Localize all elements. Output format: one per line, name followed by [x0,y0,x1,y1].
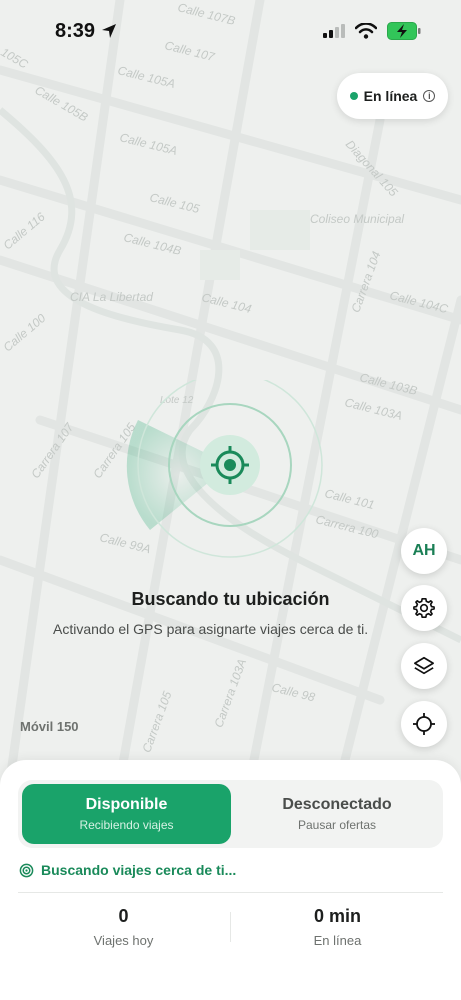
searching-text: Buscando viajes cerca de ti... [41,862,237,878]
radar-icon [19,863,34,877]
battery-charging-icon [387,22,421,40]
status-time: 8:39 [55,20,96,42]
layers-icon [414,656,434,675]
map-layers-button[interactable] [401,643,447,689]
stat-value: 0 min [313,906,361,926]
avatar-button[interactable]: AH [401,528,447,574]
stat-label: En línea [313,933,362,948]
avatar-initials: AH [412,542,436,559]
online-status-pill[interactable]: En línea i [337,73,448,119]
stat-trips-today: 0 Viajes hoy [16,906,231,948]
available-subtitle: Recibiendo viajes [79,818,174,832]
vehicle-label: Móvil 150 [20,719,79,734]
location-arrow-icon [102,24,116,38]
divider [18,892,443,893]
street-label: Coliseo Municipal [310,212,405,226]
online-status-label: En línea [363,88,418,104]
searching-status: Buscando viajes cerca de ti... [19,862,236,878]
gear-icon [413,598,435,618]
street-label: CIA La Libertad [70,290,153,304]
offline-title: Desconectado [282,796,392,813]
online-status-dot [349,92,358,100]
cellular-signal-icon [323,24,345,38]
stat-online-time: 0 min En línea [230,906,445,948]
offline-subtitle: Pausar ofertas [297,818,377,832]
offline-option[interactable]: Desconectado Pausar ofertas [235,784,439,844]
availability-toggle: Disponible Recibiendo viajes Desconectad… [18,780,443,848]
bottom-sheet: Disponible Recibiendo viajes Desconectad… [0,760,461,1000]
info-icon[interactable]: i [423,90,436,102]
wifi-icon [355,23,377,39]
recenter-location-button[interactable] [401,701,447,747]
settings-button[interactable] [401,585,447,631]
search-subtitle: Activando el GPS para asignarte viajes c… [53,621,369,637]
stat-value: 0 [118,906,129,926]
status-bar: 8:39 [0,0,461,60]
location-radar [126,380,323,558]
stat-label: Viajes hoy [93,933,154,948]
search-title: Buscando tu ubicación [131,589,330,609]
crosshair-icon [413,713,435,735]
available-title: Disponible [85,796,168,813]
available-option[interactable]: Disponible Recibiendo viajes [22,784,231,844]
